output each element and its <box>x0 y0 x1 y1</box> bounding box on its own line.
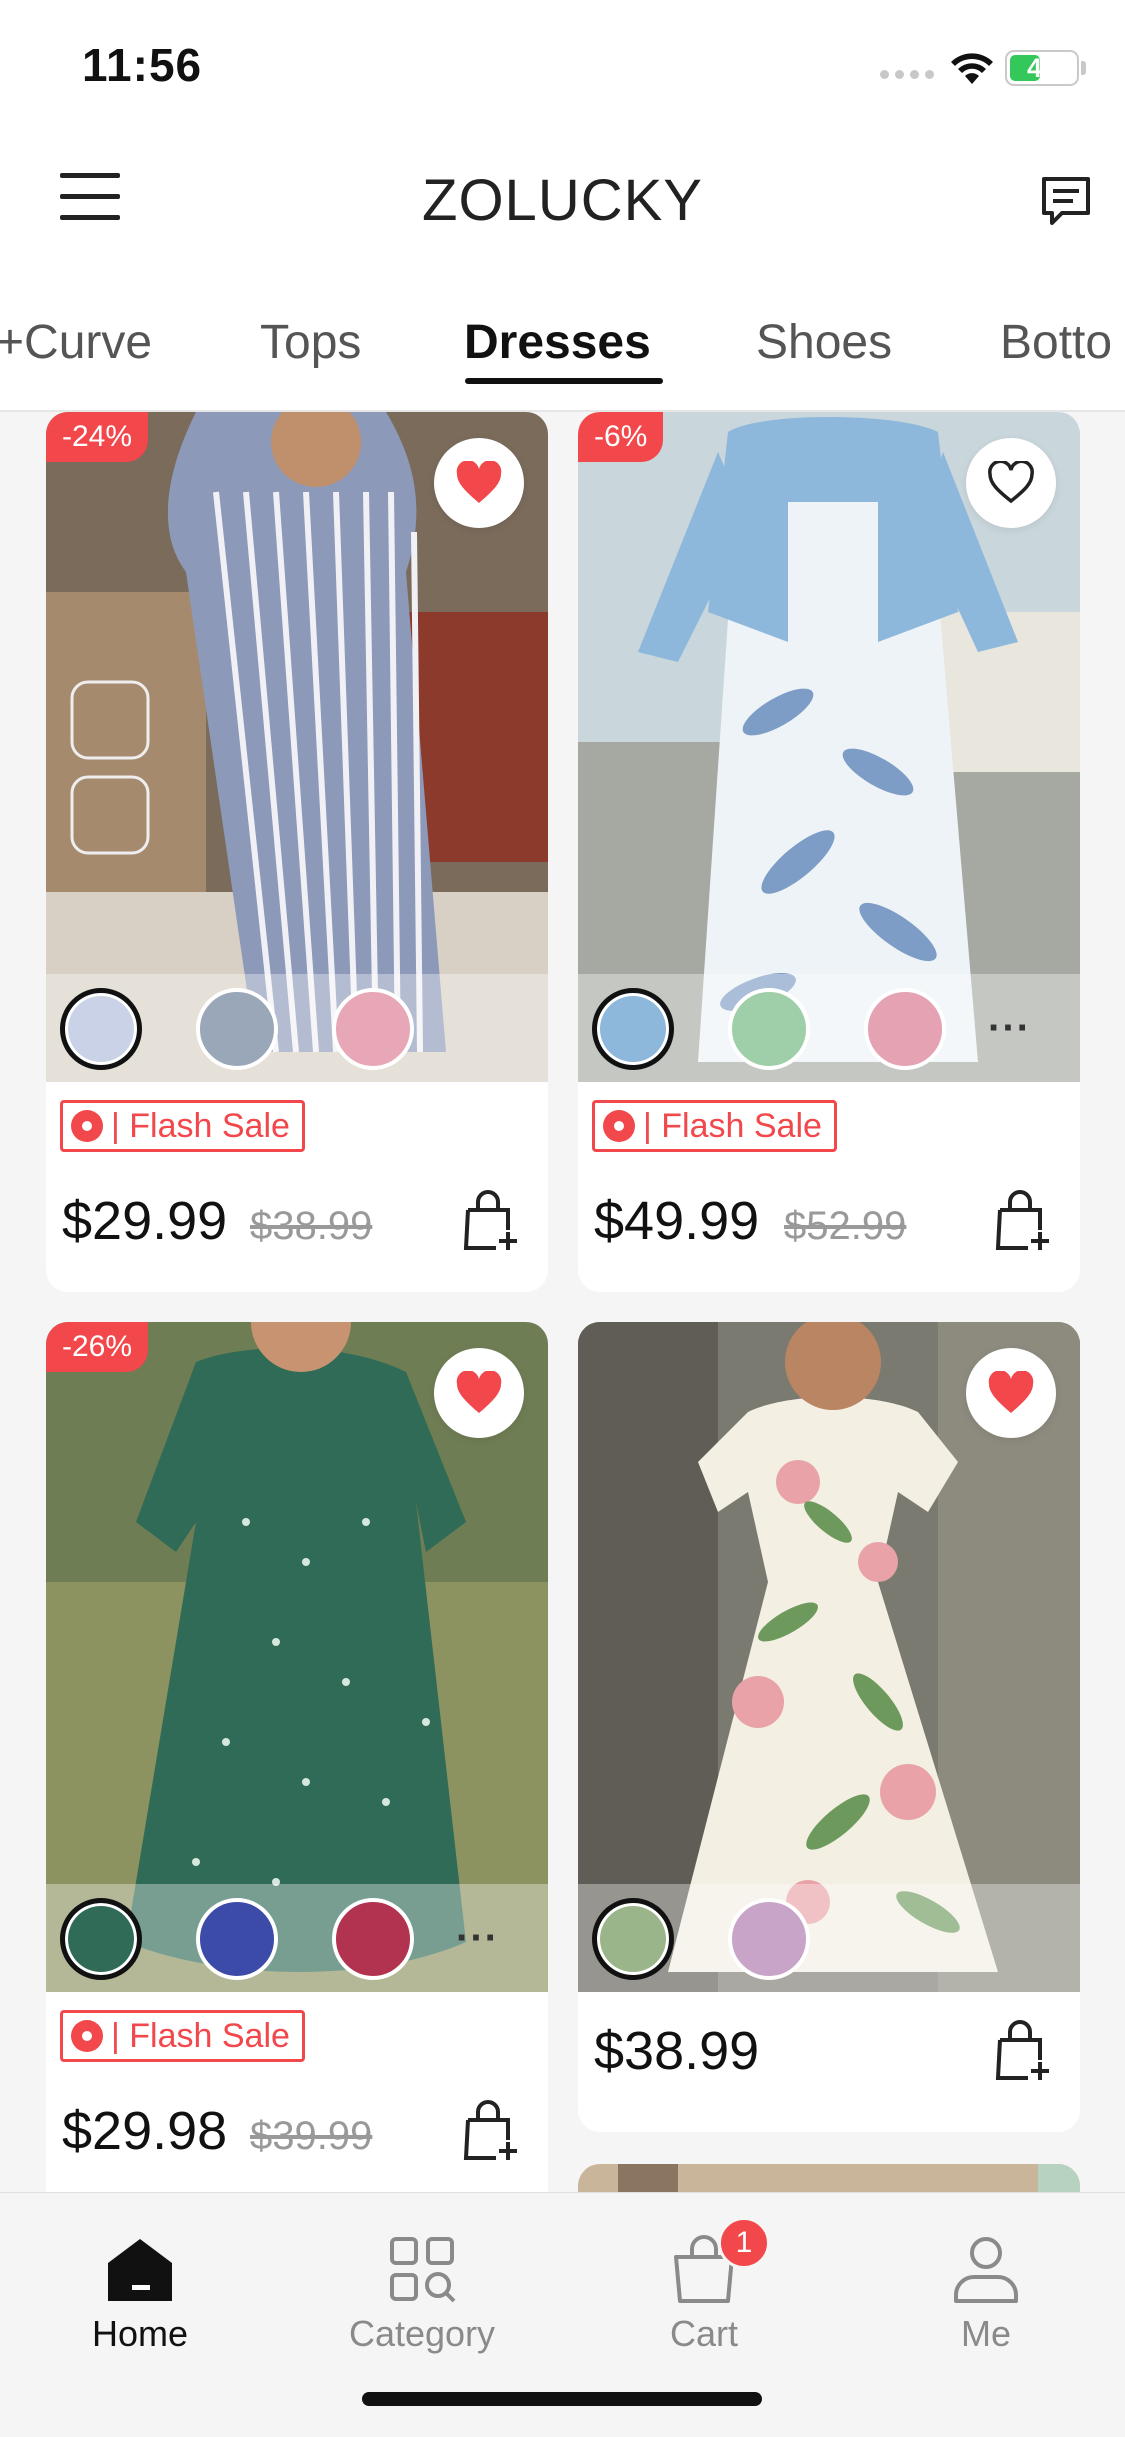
status-bar: 11:56 43 <box>0 0 1125 135</box>
heart-filled-icon <box>456 461 502 503</box>
more-colors-icon[interactable]: ··· <box>456 1916 499 1961</box>
product-card[interactable] <box>578 2164 1080 2192</box>
favorite-button[interactable] <box>434 1348 524 1438</box>
flash-sale-label: | <box>643 1106 662 1145</box>
heart-filled-icon <box>988 1371 1034 1413</box>
color-swatches <box>46 974 548 1082</box>
category-icon <box>390 2237 456 2303</box>
product-card[interactable]: ··· -6% | Flash Sale $49.99 $52.99 <box>578 412 1080 1292</box>
app-header: ZOLUCKY <box>0 135 1125 265</box>
color-swatches: ··· <box>578 974 1080 1082</box>
product-price: $29.99 <box>62 1191 228 1251</box>
home-icon <box>108 2239 172 2301</box>
nav-home-label: Home <box>91 2313 189 2354</box>
color-swatch[interactable] <box>728 1898 810 1980</box>
product-grid: -24% | Flash Sale $29.99 $38.99 ··· -6% … <box>0 412 1125 2192</box>
color-swatch[interactable] <box>728 988 810 1070</box>
add-to-cart-icon[interactable] <box>994 1190 1052 1252</box>
product-card[interactable]: ··· -26% | Flash Sale $29.98 $39.99 <box>46 1322 548 2192</box>
product-price: $49.99 <box>594 1191 760 1251</box>
product-card[interactable]: $38.99 <box>578 1322 1080 2132</box>
original-price: $52.99 <box>784 1204 907 1248</box>
favorite-button[interactable] <box>434 438 524 528</box>
flash-sale-text: Flash Sale <box>661 1106 822 1145</box>
nav-home[interactable]: Home <box>50 2233 230 2355</box>
cart-badge: 1 <box>718 2217 770 2269</box>
tab-tops[interactable]: Tops <box>260 315 361 370</box>
wifi-icon <box>951 53 993 84</box>
discount-badge: -6% <box>578 412 664 462</box>
heart-filled-icon <box>456 1371 502 1413</box>
flash-sale-label: | <box>111 1106 130 1145</box>
color-swatch[interactable] <box>864 988 946 1070</box>
discount-badge: -24% <box>46 412 149 462</box>
heart-outline-icon <box>988 461 1034 504</box>
color-swatch[interactable] <box>592 988 674 1070</box>
battery-icon: 43 <box>1005 50 1079 86</box>
product-card[interactable]: -24% | Flash Sale $29.99 $38.99 <box>46 412 548 1292</box>
add-to-cart-icon[interactable] <box>462 1190 520 1252</box>
nav-category-label: Category <box>348 2313 496 2354</box>
person-icon <box>954 2237 1018 2303</box>
tab-dresses[interactable]: Dresses <box>464 315 651 370</box>
flash-sale-label: | <box>111 2016 130 2055</box>
add-to-cart-icon[interactable] <box>994 2020 1052 2082</box>
color-swatch[interactable] <box>60 988 142 1070</box>
color-swatch[interactable] <box>196 988 278 1070</box>
color-swatch[interactable] <box>332 988 414 1070</box>
original-price: $39.99 <box>250 2114 373 2158</box>
nav-category[interactable]: Category <box>332 2233 512 2355</box>
color-swatch[interactable] <box>592 1898 674 1980</box>
app-title: ZOLUCKY <box>422 168 703 233</box>
battery-level: 43 <box>1026 53 1058 83</box>
favorite-button[interactable] <box>966 438 1056 528</box>
nav-cart[interactable]: 1 Cart <box>614 2217 794 2355</box>
nav-cart-label: Cart <box>669 2313 738 2354</box>
flash-sale-badge: | Flash Sale <box>592 1100 837 1152</box>
nav-me-label: Me <box>960 2313 1011 2354</box>
status-time: 11:56 <box>82 39 203 91</box>
message-icon[interactable] <box>1038 173 1094 229</box>
flash-sale-badge: | Flash Sale <box>60 2010 305 2062</box>
flash-sale-text: Flash Sale <box>129 1106 290 1145</box>
tab-curve[interactable]: +Curve <box>0 315 152 370</box>
home-indicator <box>362 2392 762 2406</box>
color-swatches <box>578 1884 1080 1992</box>
product-price: $29.98 <box>62 2101 228 2161</box>
tag-icon <box>603 1110 635 1142</box>
flash-sale-text: Flash Sale <box>129 2016 290 2055</box>
color-swatch[interactable] <box>332 1898 414 1980</box>
tag-icon <box>71 1110 103 1142</box>
add-to-cart-icon[interactable] <box>462 2100 520 2162</box>
favorite-button[interactable] <box>966 1348 1056 1438</box>
color-swatches: ··· <box>46 1884 548 1992</box>
flash-sale-badge: | Flash Sale <box>60 1100 305 1152</box>
original-price: $38.99 <box>250 1204 373 1248</box>
nav-me[interactable]: Me <box>896 2233 1076 2355</box>
color-swatch[interactable] <box>196 1898 278 1980</box>
color-swatch[interactable] <box>60 1898 142 1980</box>
tag-icon <box>71 2020 103 2052</box>
more-colors-icon[interactable]: ··· <box>988 1006 1031 1051</box>
product-price: $38.99 <box>594 2021 760 2081</box>
tab-shoes[interactable]: Shoes <box>756 315 892 370</box>
tab-bottoms[interactable]: Botto <box>1000 315 1112 370</box>
discount-badge: -26% <box>46 1322 149 1372</box>
cellular-signal-icon <box>880 70 934 79</box>
active-tab-indicator <box>465 378 663 384</box>
category-tabs: +Curve Tops Dresses Shoes Botto <box>0 265 1125 412</box>
